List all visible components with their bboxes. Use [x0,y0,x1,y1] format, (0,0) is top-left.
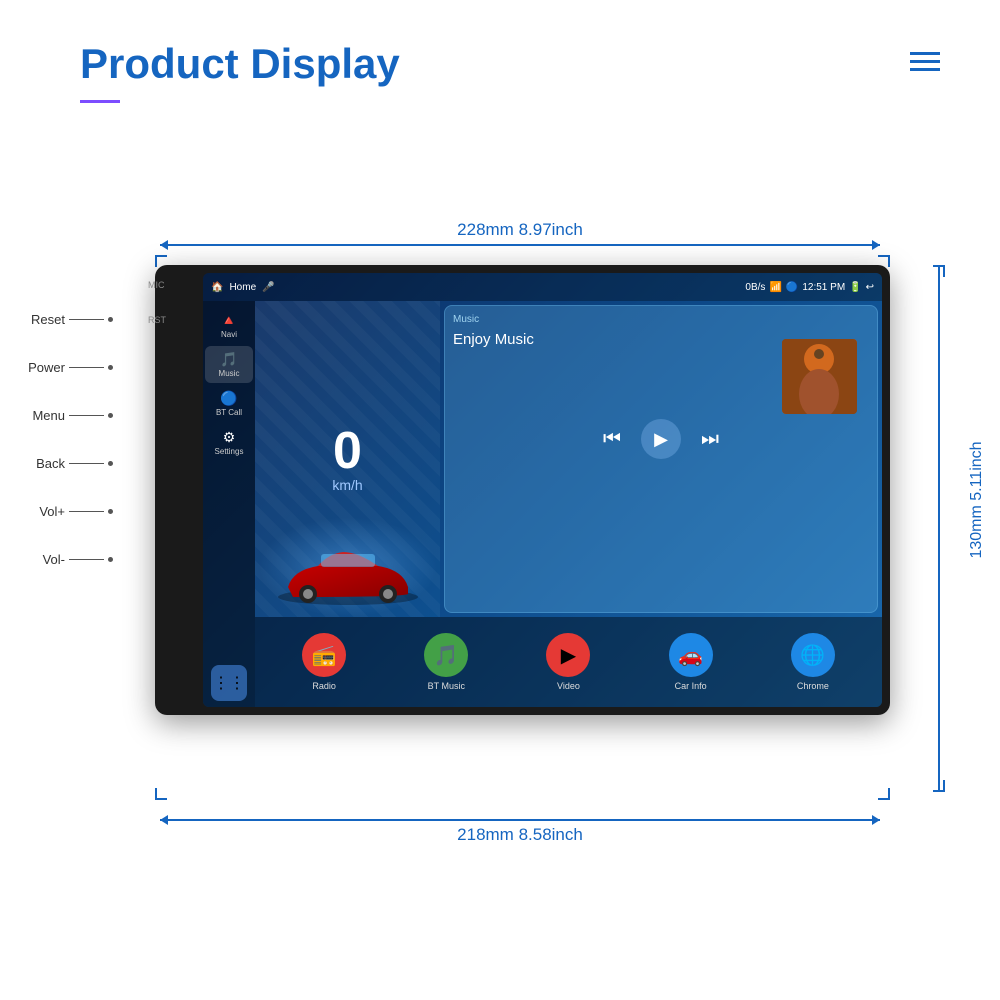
music-header: Music [453,314,869,325]
battery-icon: 🔋 [849,282,861,293]
prev-button[interactable]: ⏮ [603,428,621,451]
bluetooth-icon: 🔵 [786,282,798,293]
video-label: Video [557,681,580,691]
title-underline [80,100,120,103]
btmusic-icon: 🎵 [424,633,468,677]
bracket-bottom-right [878,788,890,800]
dimension-top-arrow [160,244,880,246]
app-btmusic[interactable]: 🎵 BT Music [424,633,468,691]
btcall-icon: 🔵 [220,390,237,407]
content-area: 0 km/h [255,301,882,707]
app-carinfo[interactable]: 🚗 Car Info [669,633,713,691]
settings-icon: ⚙ [223,429,236,446]
power-label: Power [10,360,65,375]
video-icon: ▶ [546,633,590,677]
status-right: 0B/s 📶 🔵 12:51 PM 🔋 ↩ [745,282,874,293]
top-row: 0 km/h [255,301,882,617]
chrome-icon: 🌐 [791,633,835,677]
nav-item-navi[interactable]: 🔺 Navi [205,307,253,344]
btcall-label: BT Call [216,408,242,417]
grid-icon: ⋮⋮ [213,673,245,693]
app-video[interactable]: ▶ Video [546,633,590,691]
music-info: Enjoy Music [453,331,869,411]
nav-item-btcall[interactable]: 🔵 BT Call [205,385,253,422]
back-icon: ↩ [866,282,874,293]
menu-button[interactable] [910,52,940,71]
dimension-right-label: 130mm 5.11inch [966,441,988,558]
dimension-bottom-arrow [160,819,880,821]
signal-icon: 📶 [769,282,781,293]
nav-panel: 🔺 Navi 🎵 Music 🔵 BT Call ⚙ Settings [203,301,255,707]
home-icon: 🏠 [211,282,223,293]
music-nav-label: Music [219,369,240,378]
music-panel: Music Enjoy Music [444,305,878,613]
music-icon: 🎵 [220,351,237,368]
album-art [782,339,857,414]
speed-unit: km/h [332,477,362,493]
bracket-bottom-left [155,788,167,800]
next-button[interactable]: ⏭ [701,428,719,451]
data-speed: 0B/s [745,282,765,293]
dimension-top-label: 228mm 8.97inch [457,220,583,240]
status-home-label: Home [229,282,256,293]
status-time: 12:51 PM [802,282,845,293]
rst-text-label: RST [148,315,166,325]
btmusic-label: BT Music [428,681,465,691]
volup-label: Vol+ [10,504,65,519]
car-stereo-device: 🏠 Home 🎤 0B/s 📶 🔵 12:51 PM 🔋 ↩ [155,265,890,715]
reset-label: Reset [10,312,65,327]
main-content: 🔺 Navi 🎵 Music 🔵 BT Call ⚙ Settings [203,301,882,707]
dimension-bottom-label: 218mm 8.58inch [457,825,583,845]
dimension-bottom: 218mm 8.58inch [160,819,880,845]
dimension-top: 228mm 8.97inch [160,220,880,246]
chrome-label: Chrome [797,681,829,691]
status-left: 🏠 Home 🎤 [211,282,275,293]
app-row: 📻 Radio 🎵 BT Music ▶ Video 🚗 [255,617,882,707]
settings-label: Settings [215,447,244,456]
mic-icon: 🎤 [262,282,274,293]
back-label: Back [10,456,65,471]
navi-icon: 🔺 [220,312,237,329]
music-controls: ⏮ ▶ ⏭ [453,419,869,459]
side-labels: Reset Power Menu Back Vol+ Vol- [10,295,113,583]
speed-panel: 0 km/h [255,301,440,617]
nav-item-music[interactable]: 🎵 Music [205,346,253,383]
dimension-right-line [938,265,940,792]
radio-icon: 📻 [302,633,346,677]
voldown-label: Vol- [10,552,65,567]
mic-text-label: MIC [148,280,165,290]
play-button[interactable]: ▶ [641,419,681,459]
app-grid-button[interactable]: ⋮⋮ [211,665,247,701]
carinfo-icon: 🚗 [669,633,713,677]
radio-label: Radio [312,681,336,691]
page-title: Product Display [80,40,400,88]
carinfo-label: Car Info [675,681,707,691]
navi-label: Navi [221,330,237,339]
device-container: 🏠 Home 🎤 0B/s 📶 🔵 12:51 PM 🔋 ↩ [155,265,890,715]
app-chrome[interactable]: 🌐 Chrome [791,633,835,691]
nav-item-settings[interactable]: ⚙ Settings [205,424,253,461]
device-screen[interactable]: 🏠 Home 🎤 0B/s 📶 🔵 12:51 PM 🔋 ↩ [203,273,882,707]
status-bar: 🏠 Home 🎤 0B/s 📶 🔵 12:51 PM 🔋 ↩ [203,273,882,301]
car-image [273,542,423,612]
menu-label: Menu [10,408,65,423]
speed-value: 0 [333,425,362,477]
app-radio[interactable]: 📻 Radio [302,633,346,691]
